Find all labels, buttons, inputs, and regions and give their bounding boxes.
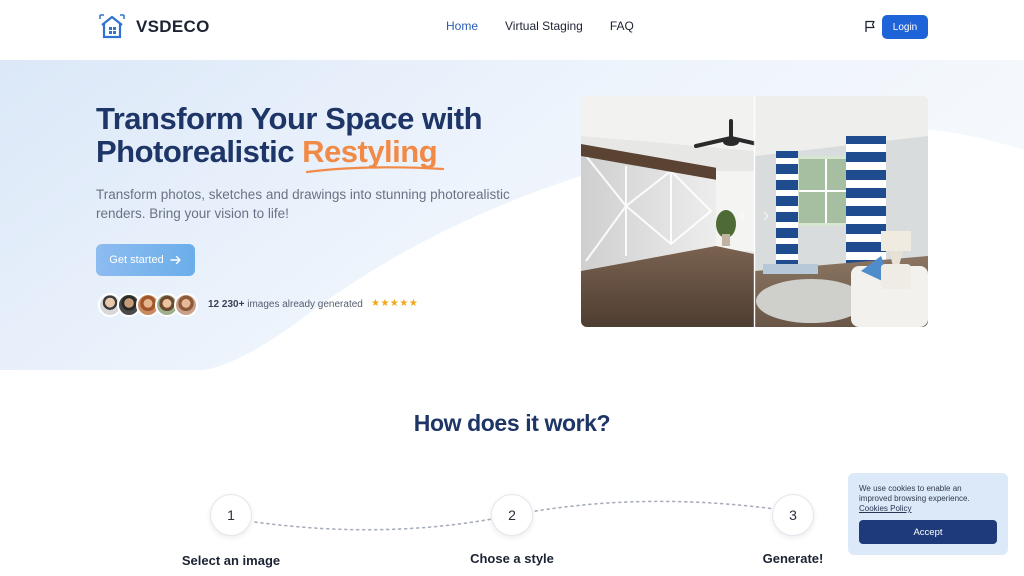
cookie-text: We use cookies to enable an improved bro… [859, 484, 970, 503]
nav-link-home[interactable]: Home [446, 19, 478, 33]
step-2-circle: 2 [491, 494, 533, 536]
nav-link-faq[interactable]: FAQ [610, 19, 634, 33]
hero-title-line1: Transform Your Space with [96, 101, 483, 136]
top-navbar: VSDECO Home Virtual Staging FAQ Login [0, 0, 1024, 54]
cookies-policy-link[interactable]: Cookies Policy [859, 504, 997, 513]
step-1-label: Select an image [181, 553, 281, 568]
user-avatars [98, 293, 198, 317]
hero-subtitle: Transform photos, sketches and drawings … [96, 187, 510, 221]
step-1-circle: 1 [210, 494, 252, 536]
rating-stars: ★★★★★ [371, 298, 419, 309]
arrow-right-icon [170, 255, 181, 265]
brand-name: VSDECO [136, 17, 210, 36]
step-3-circle: 3 [772, 494, 814, 536]
before-after-slider[interactable] [581, 96, 928, 327]
hero-title: Transform Your Space with Photorealistic… [96, 102, 566, 168]
accent-underline [305, 166, 445, 174]
nav-link-virtual-staging[interactable]: Virtual Staging [505, 19, 583, 33]
hero-title-line2: Photorealistic [96, 134, 295, 169]
house-logo-icon [99, 14, 125, 39]
avatar [174, 293, 198, 317]
images-generated-text: 12 230+ images already generated [208, 299, 363, 310]
accept-cookies-button[interactable]: Accept [859, 520, 997, 544]
how-it-works-title: How does it work? [413, 410, 611, 436]
get-started-label: Get started [109, 254, 164, 266]
brand-logo[interactable]: VSDECO [98, 13, 210, 41]
images-generated-count: 12 230+ [208, 299, 245, 310]
login-button[interactable]: Login [882, 15, 928, 39]
images-generated-label: images already generated [244, 299, 363, 310]
flag-icon[interactable] [864, 20, 876, 33]
room-comparison-image [581, 96, 928, 327]
get-started-button[interactable]: Get started [96, 244, 195, 276]
cookie-banner: We use cookies to enable an improved bro… [848, 473, 1008, 555]
nav-links: Home Virtual Staging FAQ [446, 19, 634, 33]
step-2-label: Chose a style [470, 551, 554, 566]
